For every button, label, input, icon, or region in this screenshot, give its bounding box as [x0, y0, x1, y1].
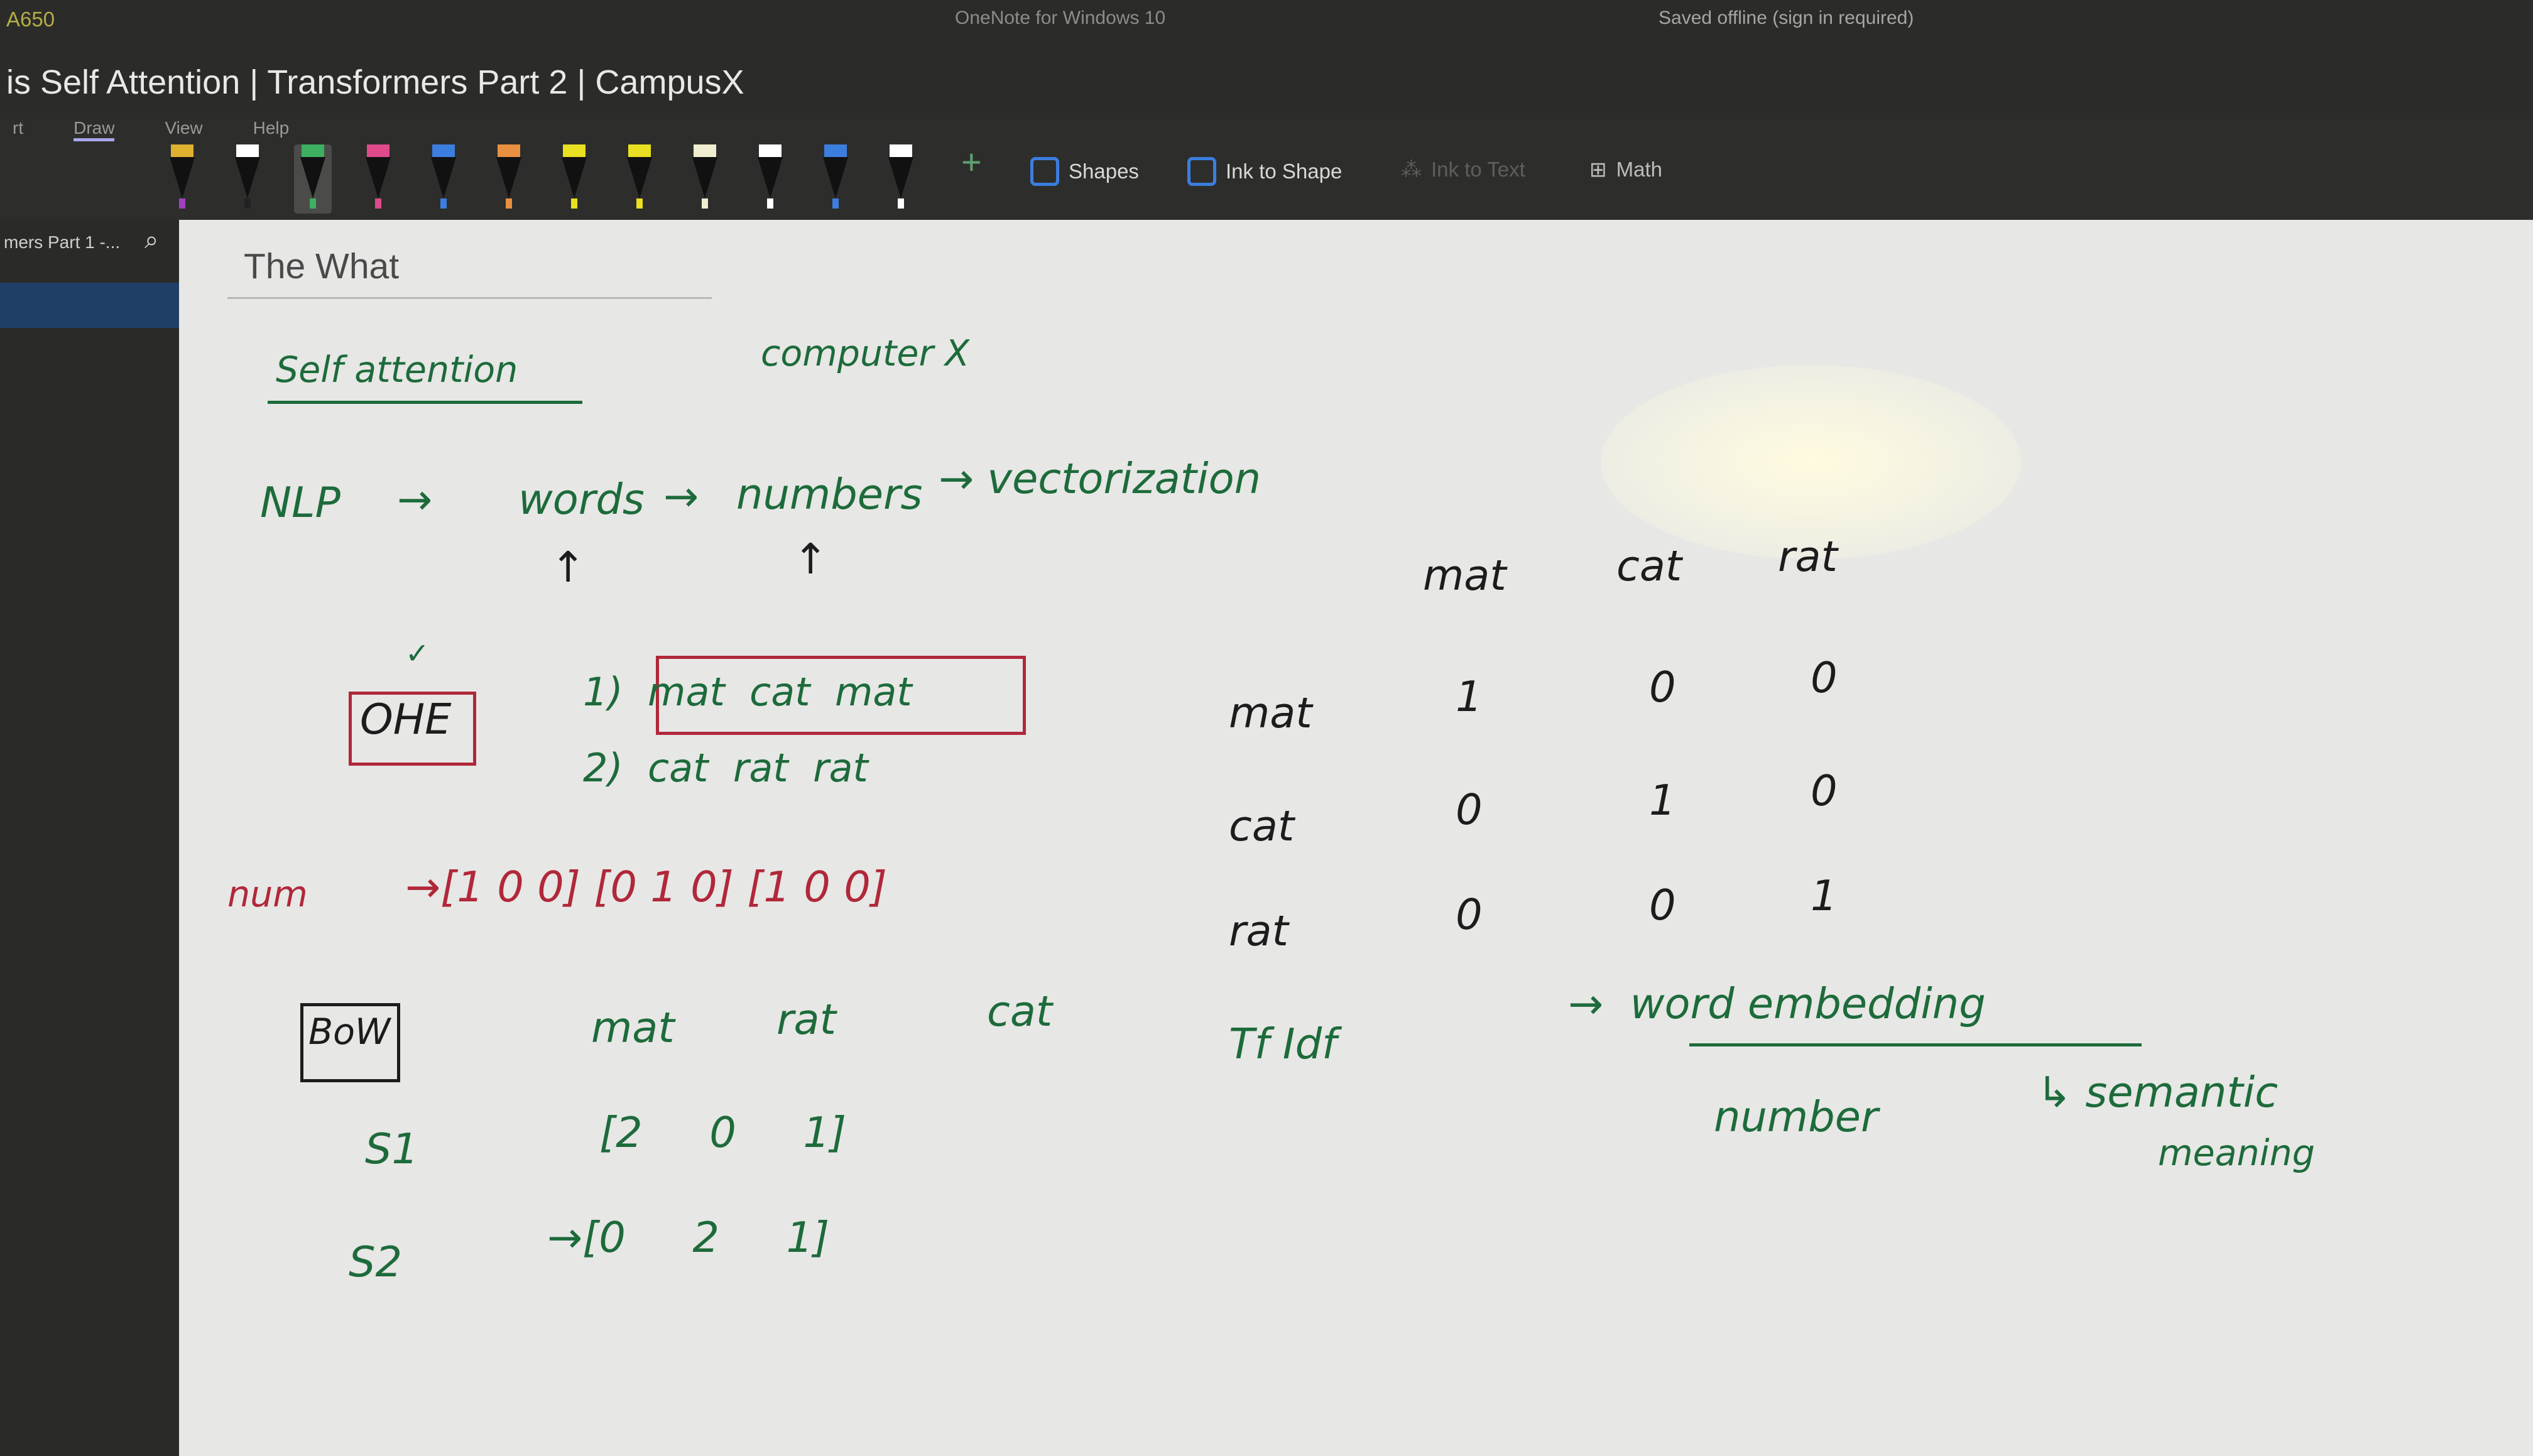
pen-10[interactable]	[751, 144, 789, 214]
matrix-cell: 0	[1649, 663, 1676, 712]
ink-s2: S2	[349, 1237, 403, 1286]
ink-s2-vector: →[0 2 1]	[547, 1213, 830, 1262]
matrix-header: mat	[1423, 551, 1506, 600]
ink-underline	[1689, 1043, 2142, 1046]
matrix-header: rat	[1778, 532, 1838, 581]
ribbon: rt Draw View Help + Shapes Ink to Shape …	[0, 113, 2533, 220]
app-name: OneNote for Windows 10	[955, 8, 1166, 28]
ink-to-text-button[interactable]: ⁂ Ink to Text	[1401, 157, 1525, 182]
pen-8[interactable]	[621, 144, 658, 214]
onenote-window: A650 OneNote for Windows 10 Saved offlin…	[0, 0, 2533, 1456]
ink-computer: computer X	[761, 333, 970, 374]
matrix-cell: 1	[1456, 672, 1483, 721]
tab-view[interactable]: View	[165, 118, 202, 141]
page-title[interactable]: The What	[244, 246, 399, 287]
ink-self-attention: Self attention	[276, 349, 518, 391]
matrix-row-label: mat	[1229, 688, 1312, 737]
ink-vectorization: → vectorization	[939, 454, 1261, 503]
ink-to-shape-label: Ink to Shape	[1226, 160, 1343, 183]
ink-num-vectors: →[1 0 0] [0 1 0] [1 0 0]	[405, 862, 887, 911]
tab-draw[interactable]: Draw	[74, 118, 115, 141]
ink-tfidf: Tf Idf	[1229, 1019, 1337, 1068]
ink-s1: S1	[365, 1124, 419, 1173]
ink-num-label: num	[227, 874, 308, 915]
tab-help[interactable]: Help	[253, 118, 290, 141]
ink-arrow: →	[397, 475, 433, 524]
ink-numbers: numbers	[736, 470, 923, 519]
ink-doc1: 1) mat cat mat	[583, 669, 912, 715]
ink-bow: BoW	[308, 1011, 391, 1053]
ink-number: number	[1714, 1092, 1878, 1141]
ink-meaning: meaning	[2158, 1133, 2315, 1174]
page-list-pane: mers Part 1 -... ⌕	[0, 220, 179, 1456]
ink-word-embedding: → word embedding	[1568, 979, 1986, 1028]
ink-doc2: 2) cat rat rat	[583, 745, 868, 791]
ink-ohe: OHE	[360, 695, 452, 744]
math-button[interactable]: ⊞ Math	[1589, 157, 1662, 182]
section-label[interactable]: mers Part 1 -...	[4, 232, 120, 253]
pen-3[interactable]	[294, 144, 332, 214]
pen-9[interactable]	[686, 144, 724, 214]
pen-11[interactable]	[817, 144, 854, 214]
matrix-row-label: rat	[1229, 906, 1288, 955]
ribbon-tabs: rt Draw View Help	[13, 118, 289, 141]
ink-bow-header-cat: cat	[987, 987, 1053, 1036]
matrix-cell: 0	[1811, 653, 1838, 702]
ink-bow-header-mat: mat	[591, 1003, 675, 1052]
save-status: Saved offline (sign in required)	[1659, 8, 1914, 28]
corner-code: A650	[6, 8, 55, 31]
ink-to-text-label: Ink to Text	[1431, 157, 1525, 181]
shapes-button[interactable]: Shapes	[1030, 157, 1139, 186]
matrix-cell: 0	[1456, 890, 1483, 939]
pen-5[interactable]	[425, 144, 462, 214]
ink-underline	[268, 401, 582, 404]
screen-glare	[1601, 365, 2021, 559]
ink-arrow: →	[663, 472, 699, 521]
matrix-row-label: cat	[1229, 801, 1295, 850]
note-page-canvas[interactable]: The What Self attention computer X NLP →…	[179, 220, 2533, 1456]
matrix-cell: 0	[1456, 785, 1483, 834]
search-icon[interactable]: ⌕	[144, 226, 158, 254]
document-title: is Self Attention | Transformers Part 2 …	[6, 63, 744, 101]
ink-s1-vector: [2 0 1]	[599, 1108, 847, 1157]
ink-nlp: NLP	[260, 478, 340, 527]
add-pen-button[interactable]: +	[961, 141, 982, 182]
pen-2[interactable]	[229, 144, 266, 214]
pen-12[interactable]	[882, 144, 920, 214]
matrix-cell: 1	[1649, 776, 1676, 825]
shapes-icon	[1030, 157, 1059, 186]
pen-4[interactable]	[359, 144, 397, 214]
ink-bow-header-rat: rat	[776, 995, 836, 1044]
ink-words: words	[518, 475, 645, 524]
pen-7[interactable]	[555, 144, 593, 214]
ink-semantic: ↳ semantic	[2037, 1068, 2279, 1117]
ink-to-text-icon: ⁂	[1401, 158, 1422, 181]
ink-check: ✓	[405, 636, 430, 670]
ink-to-shape-button[interactable]: Ink to Shape	[1187, 157, 1342, 186]
ink-to-shape-icon	[1187, 157, 1216, 186]
title-underline	[227, 297, 712, 299]
tab-insert[interactable]: rt	[13, 118, 23, 141]
matrix-cell: 1	[1811, 871, 1838, 920]
selected-page-item[interactable]	[0, 283, 179, 328]
pen-1[interactable]	[163, 144, 201, 214]
ink-up-arrow: ↑	[550, 543, 586, 592]
matrix-header: cat	[1616, 541, 1682, 590]
ink-up-arrow: ↑	[793, 535, 829, 584]
shapes-label: Shapes	[1069, 160, 1139, 183]
matrix-cell: 0	[1811, 766, 1838, 815]
matrix-cell: 0	[1649, 881, 1676, 930]
pen-gallery	[163, 144, 920, 214]
pen-6[interactable]	[490, 144, 528, 214]
title-bar: A650 OneNote for Windows 10 Saved offlin…	[0, 0, 2533, 113]
math-icon: ⊞	[1589, 158, 1607, 181]
math-label: Math	[1616, 157, 1663, 181]
